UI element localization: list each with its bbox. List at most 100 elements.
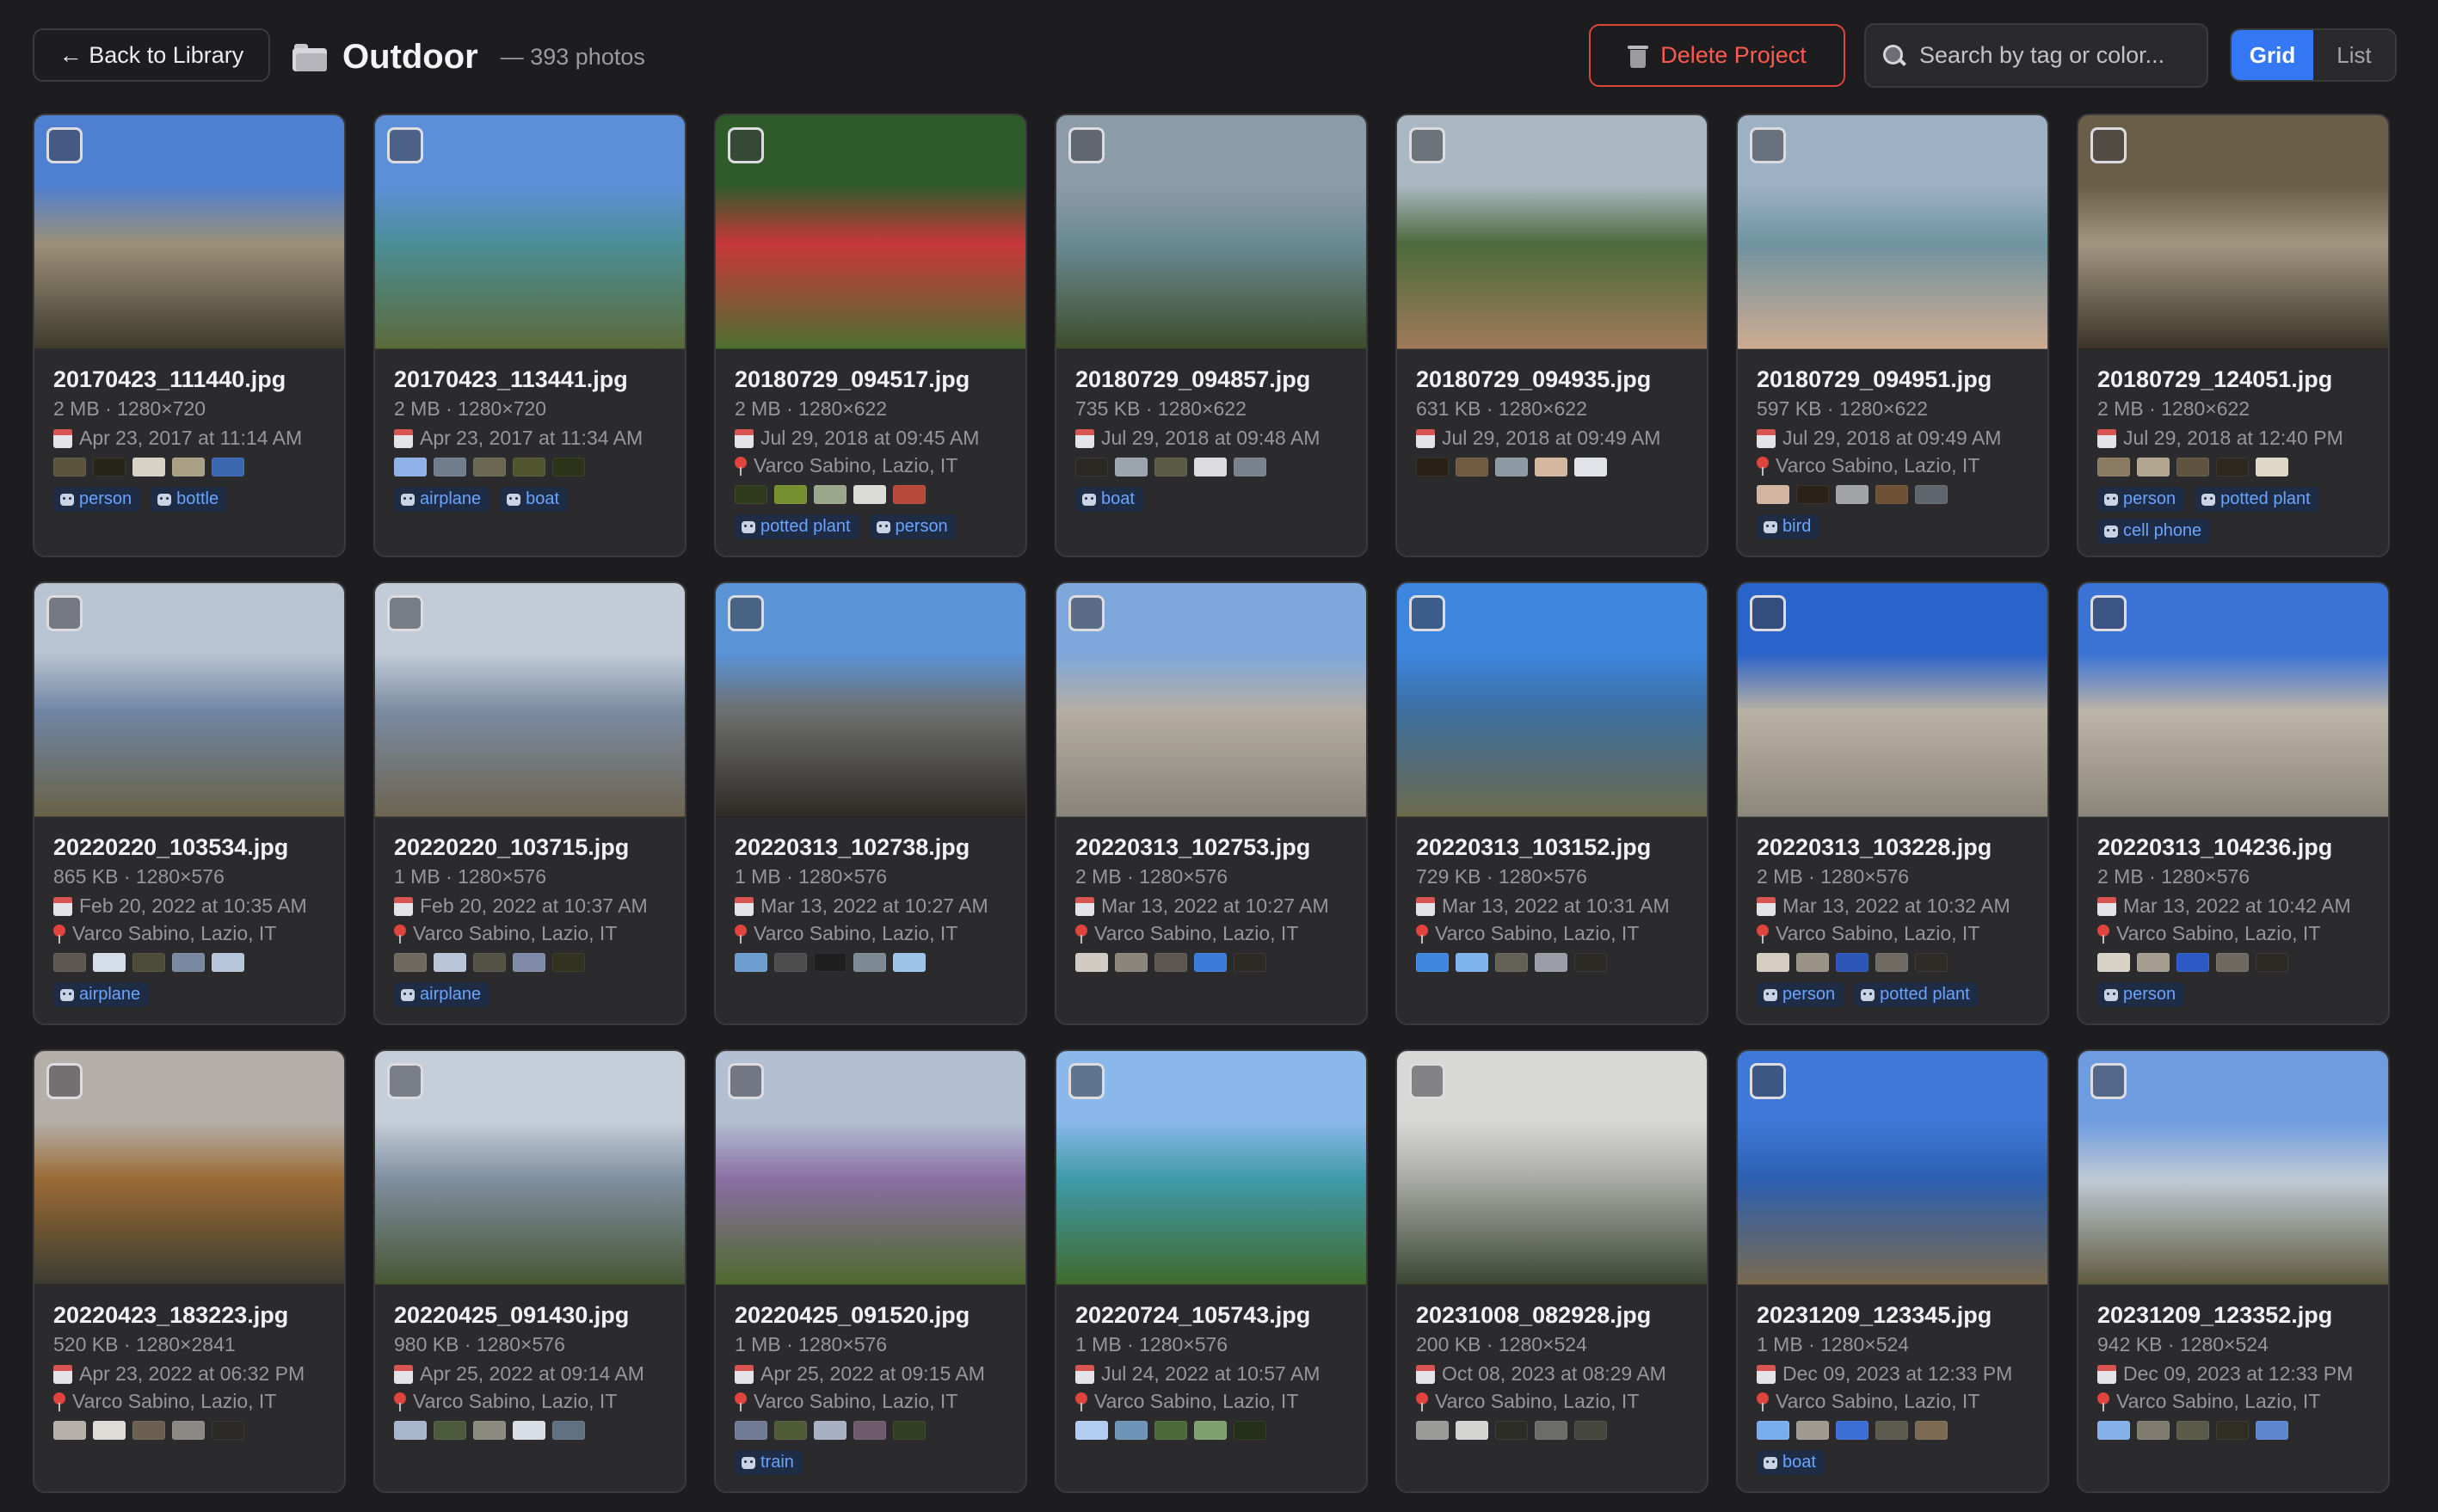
delete-project-button[interactable]: Delete Project	[1589, 24, 1845, 87]
color-swatch[interactable]	[1875, 1421, 1908, 1440]
color-swatch[interactable]	[172, 458, 205, 476]
tag-chip[interactable]: airplane	[394, 982, 490, 1007]
color-swatch[interactable]	[394, 953, 427, 972]
color-swatch[interactable]	[893, 953, 926, 972]
color-swatch[interactable]	[814, 953, 847, 972]
photo-card[interactable]: 20220724_105743.jpg 1 MB · 1280×576 Jul 24…	[1055, 1049, 1368, 1493]
color-swatch[interactable]	[1915, 953, 1948, 972]
select-checkbox[interactable]	[46, 595, 83, 631]
color-swatch[interactable]	[434, 458, 466, 476]
color-swatch[interactable]	[552, 953, 585, 972]
color-swatch[interactable]	[2176, 1421, 2209, 1440]
tag-chip[interactable]: airplane	[53, 982, 150, 1007]
color-swatch[interactable]	[1574, 953, 1607, 972]
color-swatch[interactable]	[1154, 1421, 1187, 1440]
photo-card[interactable]: 20220313_103228.jpg 2 MB · 1280×576 Mar 13…	[1736, 581, 2049, 1025]
tag-chip[interactable]: boat	[500, 487, 569, 512]
color-swatch[interactable]	[774, 1421, 807, 1440]
select-checkbox[interactable]	[387, 1063, 423, 1099]
color-swatch[interactable]	[1495, 458, 1528, 476]
select-checkbox[interactable]	[1409, 595, 1445, 631]
color-swatch[interactable]	[212, 1421, 244, 1440]
color-swatch[interactable]	[853, 953, 886, 972]
color-swatch[interactable]	[473, 953, 506, 972]
select-checkbox[interactable]	[1068, 595, 1105, 631]
color-swatch[interactable]	[1194, 953, 1227, 972]
color-swatch[interactable]	[814, 1421, 847, 1440]
color-swatch[interactable]	[1115, 1421, 1148, 1440]
search-input[interactable]	[1918, 41, 2196, 70]
color-swatch[interactable]	[473, 1421, 506, 1440]
search-box[interactable]	[1864, 23, 2208, 88]
color-swatch[interactable]	[1757, 953, 1789, 972]
photo-card[interactable]: 20220425_091430.jpg 980 KB · 1280×576 Apr …	[373, 1049, 686, 1493]
color-swatch[interactable]	[1535, 1421, 1567, 1440]
color-swatch[interactable]	[434, 953, 466, 972]
color-swatch[interactable]	[1075, 1421, 1108, 1440]
back-to-library-button[interactable]: ← Back to Library	[33, 28, 270, 82]
color-swatch[interactable]	[893, 485, 926, 504]
tag-chip[interactable]: person	[2097, 487, 2185, 512]
color-swatch[interactable]	[893, 1421, 926, 1440]
color-swatch[interactable]	[1757, 485, 1789, 504]
tag-chip[interactable]: bird	[1757, 514, 1820, 539]
color-swatch[interactable]	[2256, 1421, 2288, 1440]
select-checkbox[interactable]	[1068, 1063, 1105, 1099]
photo-card[interactable]: 20231008_082928.jpg 200 KB · 1280×524 Oct …	[1395, 1049, 1708, 1493]
list-view-button[interactable]: List	[2313, 30, 2395, 80]
select-checkbox[interactable]	[2090, 127, 2127, 163]
select-checkbox[interactable]	[1409, 1063, 1445, 1099]
color-swatch[interactable]	[1416, 1421, 1449, 1440]
select-checkbox[interactable]	[1750, 127, 1786, 163]
color-swatch[interactable]	[1757, 1421, 1789, 1440]
photo-card[interactable]: 20220425_091520.jpg 1 MB · 1280×576 Apr 25…	[714, 1049, 1027, 1493]
color-swatch[interactable]	[1194, 1421, 1227, 1440]
select-checkbox[interactable]	[387, 127, 423, 163]
color-swatch[interactable]	[1495, 953, 1528, 972]
color-swatch[interactable]	[172, 953, 205, 972]
color-swatch[interactable]	[93, 458, 126, 476]
color-swatch[interactable]	[1836, 953, 1869, 972]
color-swatch[interactable]	[814, 485, 847, 504]
photo-card[interactable]: 20220313_102738.jpg 1 MB · 1280×576 Mar 13…	[714, 581, 1027, 1025]
color-swatch[interactable]	[1574, 458, 1607, 476]
color-swatch[interactable]	[1456, 1421, 1488, 1440]
select-checkbox[interactable]	[728, 1063, 764, 1099]
color-swatch[interactable]	[53, 1421, 86, 1440]
color-swatch[interactable]	[1495, 1421, 1528, 1440]
color-swatch[interactable]	[1234, 953, 1266, 972]
color-swatch[interactable]	[1234, 458, 1266, 476]
tag-chip[interactable]: person	[53, 487, 141, 512]
color-swatch[interactable]	[1194, 458, 1227, 476]
color-swatch[interactable]	[1915, 485, 1948, 504]
color-swatch[interactable]	[93, 953, 126, 972]
photo-card[interactable]: 20231209_123345.jpg 1 MB · 1280×524 Dec 09…	[1736, 1049, 2049, 1493]
grid-view-button[interactable]: Grid	[2232, 30, 2313, 80]
color-swatch[interactable]	[2216, 953, 2249, 972]
select-checkbox[interactable]	[728, 595, 764, 631]
tag-chip[interactable]: bottle	[151, 487, 228, 512]
color-swatch[interactable]	[2137, 953, 2170, 972]
photo-card[interactable]: 20220313_103152.jpg 729 KB · 1280×576 Mar …	[1395, 581, 1708, 1025]
color-swatch[interactable]	[2176, 458, 2209, 476]
photo-card[interactable]: 20180729_094951.jpg 597 KB · 1280×622 Jul …	[1736, 114, 2049, 557]
color-swatch[interactable]	[1915, 1421, 1948, 1440]
color-swatch[interactable]	[513, 458, 545, 476]
color-swatch[interactable]	[1075, 458, 1108, 476]
color-swatch[interactable]	[212, 458, 244, 476]
color-swatch[interactable]	[172, 1421, 205, 1440]
color-swatch[interactable]	[1796, 953, 1829, 972]
photo-card[interactable]: 20180729_124051.jpg 2 MB · 1280×622 Jul 29…	[2077, 114, 2390, 557]
tag-chip[interactable]: potted plant	[735, 514, 859, 539]
color-swatch[interactable]	[1075, 953, 1108, 972]
color-swatch[interactable]	[853, 1421, 886, 1440]
photo-card[interactable]: 20180729_094517.jpg 2 MB · 1280×622 Jul 29…	[714, 114, 1027, 557]
color-swatch[interactable]	[1115, 458, 1148, 476]
color-swatch[interactable]	[132, 953, 165, 972]
color-swatch[interactable]	[2176, 953, 2209, 972]
photo-card[interactable]: 20180729_094935.jpg 631 KB · 1280×622 Jul …	[1395, 114, 1708, 557]
color-swatch[interactable]	[735, 1421, 767, 1440]
color-swatch[interactable]	[1416, 953, 1449, 972]
color-swatch[interactable]	[1796, 485, 1829, 504]
tag-chip[interactable]: potted plant	[2195, 487, 2319, 512]
